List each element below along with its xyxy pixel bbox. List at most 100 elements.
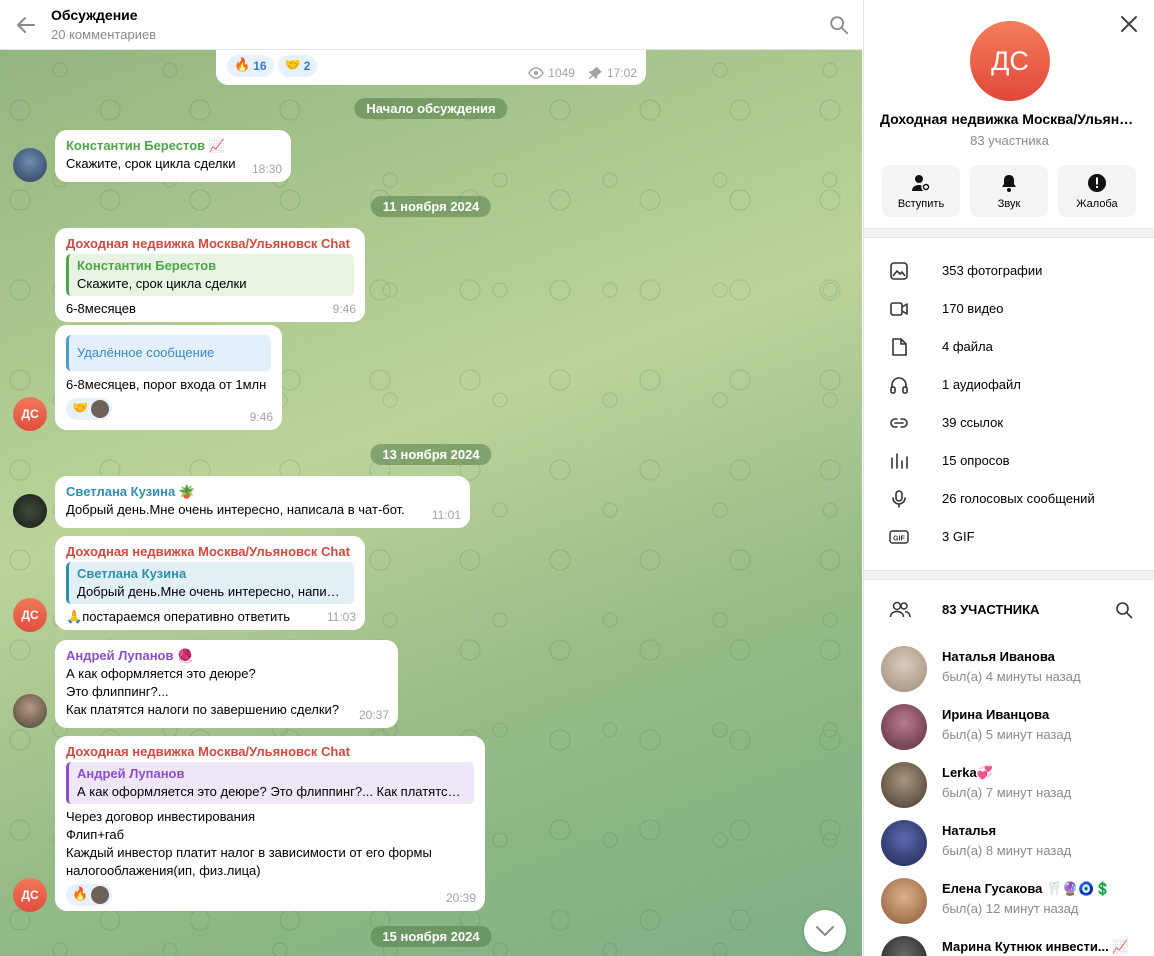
back-arrow-icon[interactable] (14, 13, 38, 37)
search-icon[interactable] (828, 14, 850, 36)
message-bubble: Удалённое сообщение 6-8месяцев, порог вх… (55, 325, 282, 430)
message-text: 6-8месяцев (66, 301, 136, 316)
avatar[interactable]: ДС (13, 598, 47, 632)
reactor-avatar (91, 400, 110, 418)
message-sender[interactable]: Доходная недвижка Москва/Ульяновск Chat (66, 235, 354, 252)
message-bubble: Доходная недвижка Москва/Ульяновск Chat … (55, 736, 485, 911)
group-avatar[interactable]: ДС (970, 21, 1050, 101)
quote-text: А как оформляется это деюре? Это флиппин… (77, 784, 466, 799)
message-text-line: Через договор инвестирования (66, 809, 256, 824)
media-row-gifs[interactable]: GIF 3 GIF (864, 518, 1154, 556)
message-sender[interactable]: Светлана Кузина 🪴 (66, 483, 459, 501)
reply-quote[interactable]: Константин Берестов Скажите, срок цикла … (66, 254, 354, 296)
quote-text: Скажите, срок цикла сделки (77, 276, 247, 291)
sound-button[interactable]: Звук (970, 165, 1048, 217)
chat-header: Обсуждение 20 комментариев (0, 0, 862, 50)
join-button[interactable]: Вступить (882, 165, 960, 217)
search-icon[interactable] (1115, 601, 1133, 619)
message-text-line: Как платятся налоги по завершению сделки… (66, 702, 340, 717)
date-separator: 15 ноября 2024 (370, 926, 492, 947)
avatar[interactable]: ДС (13, 878, 47, 912)
message-text: 🙏постараемся оперативно ответить (66, 609, 290, 625)
report-button[interactable]: Жалоба (1058, 165, 1136, 217)
microphone-icon (892, 490, 906, 508)
reply-quote[interactable]: Светлана Кузина Добрый день.Мне очень ин… (66, 562, 354, 604)
members-icon (889, 601, 911, 618)
message-time: 18:30 (251, 162, 282, 176)
member-item[interactable]: Марина Кутнюк инвести... 📈 (864, 930, 1154, 956)
member-status: был(а) 5 минут назад (942, 727, 1072, 742)
group-member-count: 83 участника (970, 133, 1049, 148)
group-name: Доходная недвижка Москва/Ульяновск Chat (880, 111, 1140, 127)
link-icon (890, 418, 908, 428)
divider (864, 570, 1154, 580)
svg-text:GIF: GIF (893, 536, 905, 543)
quote-author: Константин Берестов (77, 258, 217, 273)
quote-author: Андрей Лупанов (77, 766, 185, 781)
media-row-links[interactable]: 39 ссылок (864, 404, 1154, 442)
reply-quote[interactable]: Андрей Лупанов А как оформляется это дею… (66, 762, 474, 804)
quote-text: Добрый день.Мне очень интересно, написал… (77, 584, 346, 599)
post-meta: 1049 17:02 (528, 64, 637, 82)
member-status: был(а) 8 минут назад (942, 843, 1072, 858)
reaction-handshake[interactable]: 🤝 (66, 398, 113, 420)
message-bubble: Константин Берестов 📈 Скажите, срок цикл… (55, 130, 291, 182)
close-icon[interactable] (1118, 13, 1140, 35)
pin-icon (588, 67, 602, 79)
media-row-voice[interactable]: 26 голосовых сообщений (864, 480, 1154, 518)
reaction-fire[interactable]: 🔥 (66, 884, 113, 906)
message-bubble: Доходная недвижка Москва/Ульяновск Chat … (55, 228, 365, 322)
add-user-icon (912, 175, 931, 192)
reply-quote[interactable]: Удалённое сообщение (66, 335, 271, 371)
chat-area: Обсуждение 20 комментариев 🔥 16 🤝 2 1049 1… (0, 0, 862, 956)
photo-icon (890, 262, 908, 280)
member-name: Елена Гусакова 🦷🔮🧿💲 (942, 881, 1111, 897)
member-name: Ирина Иванцова (942, 707, 1050, 722)
sound-label: Звук (997, 198, 1021, 210)
message-text-line: Каждый инвестор платит налог в зависимос… (66, 845, 432, 860)
member-item[interactable]: Елена Гусакова 🦷🔮🧿💲 был(а) 12 минут наза… (864, 872, 1154, 930)
group-info-panel: ДС Доходная недвижка Москва/Ульяновск Ch… (863, 0, 1154, 956)
message-sender[interactable]: Константин Берестов 📈 (66, 137, 280, 155)
reaction-fire[interactable]: 🔥 16 (227, 55, 274, 77)
media-row-photos[interactable]: 353 фотографии (864, 252, 1154, 290)
media-row-files[interactable]: 4 файла (864, 328, 1154, 366)
member-item[interactable]: Наталья был(а) 8 минут назад (864, 814, 1154, 872)
message-text: 6-8месяцев, порог входа от 1млн (66, 377, 267, 392)
file-icon (892, 338, 907, 356)
reactor-avatar (91, 886, 110, 904)
poll-icon (891, 453, 908, 469)
message-sender[interactable]: Андрей Лупанов 🧶 (66, 647, 387, 665)
channel-post-footer: 🔥 16 🤝 2 1049 17:02 (216, 44, 646, 85)
message-time: 9:46 (249, 410, 273, 424)
message-text-line: Это флиппинг?... (66, 684, 169, 699)
message-text-line: Флип+габ (66, 827, 125, 842)
message-bubble: Светлана Кузина 🪴 Добрый день.Мне очень … (55, 476, 470, 528)
member-name: Наталья Иванова (942, 649, 1055, 664)
media-row-videos[interactable]: 170 видео (864, 290, 1154, 328)
message-time: 9:46 (332, 302, 356, 316)
avatar[interactable] (13, 694, 47, 728)
media-row-polls[interactable]: 15 опросов (864, 442, 1154, 480)
chevron-down-icon (816, 926, 834, 936)
member-status: был(а) 7 минут назад (942, 785, 1072, 800)
message-time: 11:03 (326, 610, 356, 624)
media-row-audio[interactable]: 1 аудиофайл (864, 366, 1154, 404)
message-text: Добрый день.Мне очень интересно, написал… (66, 502, 405, 517)
avatar[interactable] (13, 148, 47, 182)
message-text-line: А как оформляется это деюре? (66, 666, 256, 681)
members-title: 83 УЧАСТНИКА (942, 602, 1040, 617)
message-sender[interactable]: Доходная недвижка Москва/Ульяновск Chat (66, 743, 474, 760)
post-time: 17:02 (606, 66, 637, 80)
reaction-handshake[interactable]: 🤝 2 (277, 55, 318, 77)
member-item[interactable]: Lerka💞 был(а) 7 минут назад (864, 756, 1154, 814)
member-item[interactable]: Наталья Иванова был(а) 4 минуты назад (864, 640, 1154, 698)
avatar[interactable] (13, 494, 47, 528)
message-text-line: налогооблажения(ип, физ.лица) (66, 863, 261, 878)
member-item[interactable]: Ирина Иванцова был(а) 5 минут назад (864, 698, 1154, 756)
avatar[interactable]: ДС (13, 397, 47, 431)
scroll-down-button[interactable] (804, 910, 846, 952)
avatar (881, 878, 927, 924)
message-sender[interactable]: Доходная недвижка Москва/Ульяновск Chat (66, 543, 354, 560)
gif-icon: GIF (889, 530, 909, 544)
